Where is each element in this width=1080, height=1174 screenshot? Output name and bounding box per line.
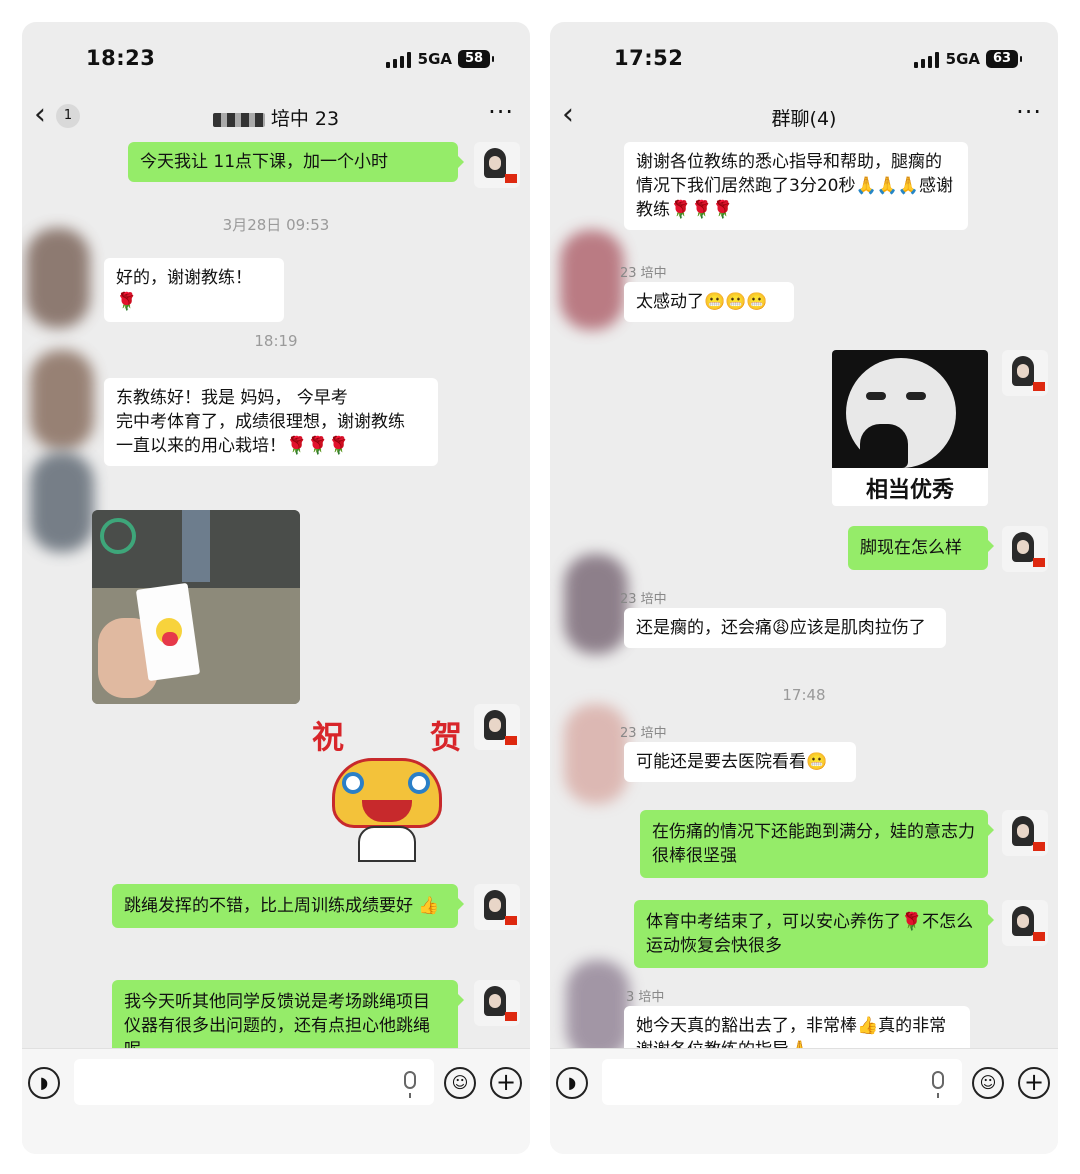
emoji-icon[interactable]: ☺ xyxy=(972,1067,1004,1099)
avatar-blurred[interactable] xyxy=(30,350,94,450)
avatar[interactable] xyxy=(1002,350,1048,396)
message-line: 完中考体育了，成绩很理想，谢谢教练 xyxy=(116,412,405,432)
emoji-icon[interactable]: ☺ xyxy=(444,1067,476,1099)
mic-icon[interactable] xyxy=(932,1071,944,1098)
network-label: 5GA xyxy=(945,50,980,68)
message-bubble-incoming[interactable]: 东教练好！我是 妈妈， 今早考 完中考体育了，成绩很理想，谢谢教练 一直以来的用… xyxy=(104,378,438,466)
avatar[interactable] xyxy=(474,980,520,1026)
plus-icon[interactable]: + xyxy=(490,1067,522,1099)
timestamp: 3月28日 09:53 xyxy=(222,216,330,234)
status-bar: 18:23 5GA 58 xyxy=(22,22,530,94)
avatar[interactable] xyxy=(1002,526,1048,572)
avatar[interactable] xyxy=(1002,810,1048,856)
message-input[interactable] xyxy=(602,1059,962,1105)
more-icon[interactable]: ··· xyxy=(488,98,514,126)
battery-icon: 58 xyxy=(458,50,494,68)
chat-title-text: 培中 23 xyxy=(270,108,340,130)
voice-icon[interactable]: ◗ xyxy=(556,1067,588,1099)
lion-dance-sticker[interactable]: 祝 贺 xyxy=(306,712,466,862)
message-bubble-outgoing[interactable]: 今天我让 11点下课，加一个小时 xyxy=(128,142,464,182)
message-input[interactable] xyxy=(74,1059,434,1105)
message-bubble-outgoing[interactable]: 脚现在怎么样 xyxy=(848,526,994,570)
mic-icon[interactable] xyxy=(404,1071,416,1098)
nav-bar: ‹ 群聊(4) ··· xyxy=(550,94,1058,142)
message-bubble-outgoing[interactable]: 在伤痛的情况下还能跑到满分，娃的意志力很棒很坚强 xyxy=(640,810,994,878)
sticker-text: 祝 xyxy=(312,718,345,756)
status-time: 18:23 xyxy=(86,46,156,70)
message-bubble-incoming[interactable]: 太感动了😬😬😬 xyxy=(624,282,794,322)
chat-screen-right: 17:52 5GA 63 ‹ 群聊(4) ··· 谢谢各位教练的悉心指导和帮助，… xyxy=(550,22,1058,1154)
meme-caption: 相当优秀 xyxy=(865,478,954,503)
timestamp: 18:19 xyxy=(254,332,298,350)
avatar[interactable] xyxy=(1002,900,1048,946)
signal-icon xyxy=(386,52,412,68)
plus-icon[interactable]: + xyxy=(1018,1067,1050,1099)
avatar-blurred[interactable] xyxy=(30,452,94,552)
avatar-blurred[interactable] xyxy=(26,228,90,328)
message-bubble-incoming[interactable]: 还是瘸的，还会痛😩应该是肌肉拉伤了 xyxy=(624,608,946,648)
network-label: 5GA xyxy=(417,50,452,68)
status-time: 17:52 xyxy=(614,46,684,70)
sender-name: 23 培中 xyxy=(620,592,667,607)
battery-icon: 63 xyxy=(986,50,1022,68)
meme-sticker[interactable]: 相当优秀 xyxy=(832,350,988,506)
avatar[interactable] xyxy=(474,142,520,188)
avatar-blurred[interactable] xyxy=(564,704,628,804)
sender-name: 3 培中 xyxy=(626,990,665,1005)
message-bubble-outgoing[interactable]: 我今天听其他同学反馈说是考场跳绳项目仪器有很多出问题的，还有点担心他跳绳呢 xyxy=(112,980,464,1048)
message-bubble-incoming[interactable]: 她今天真的豁出去了，非常棒👍真的非常谢谢各位教练的指导🙏 xyxy=(624,1006,970,1048)
input-bar: ◗ ☺ + xyxy=(22,1048,530,1154)
redacted-mark xyxy=(212,112,265,127)
avatar-blurred[interactable] xyxy=(560,230,624,330)
sticker-text: 贺 xyxy=(429,718,462,756)
avatar[interactable] xyxy=(474,884,520,930)
nav-bar: ‹ 1 培中 23 ··· xyxy=(22,94,530,142)
message-bubble-outgoing[interactable]: 跳绳发挥的不错，比上周训练成绩要好 👍 xyxy=(112,884,464,928)
message-bubble-outgoing[interactable]: 体育中考结束了，可以安心养伤了🌹不怎么运动恢复会快很多 xyxy=(634,900,994,968)
message-bubble-incoming[interactable]: 好的，谢谢教练！🌹 xyxy=(104,258,284,322)
more-icon[interactable]: ··· xyxy=(1016,98,1042,126)
message-list[interactable]: 今天我让 11点下课，加一个小时 3月28日 09:53 好的，谢谢教练！🌹 1… xyxy=(22,142,530,1048)
message-list[interactable]: 谢谢各位教练的悉心指导和帮助，腿瘸的情况下我们居然跑了3分20秒🙏🙏🙏感谢教练🌹… xyxy=(550,142,1058,1048)
message-line: 东教练好！我是 妈妈， 今早考 xyxy=(116,388,348,408)
message-bubble-incoming[interactable]: 谢谢各位教练的悉心指导和帮助，腿瘸的情况下我们居然跑了3分20秒🙏🙏🙏感谢教练🌹… xyxy=(624,142,968,230)
chat-screen-left: 18:23 5GA 58 ‹ 1 培中 23 ··· 今天我让 11点下课，加一… xyxy=(22,22,530,1154)
status-bar: 17:52 5GA 63 xyxy=(550,22,1058,94)
avatar-blurred[interactable] xyxy=(566,960,630,1048)
timestamp: 17:48 xyxy=(782,686,826,704)
message-line: 一直以来的用心栽培！🌹🌹🌹 xyxy=(116,436,350,456)
avatar[interactable] xyxy=(474,704,520,750)
chat-title: 培中 23 xyxy=(22,104,530,131)
signal-icon xyxy=(914,52,940,68)
photo-message[interactable] xyxy=(92,510,300,704)
input-bar: ◗ ☺ + xyxy=(550,1048,1058,1154)
avatar-blurred[interactable] xyxy=(564,554,628,654)
voice-icon[interactable]: ◗ xyxy=(28,1067,60,1099)
sender-name: 23 培中 xyxy=(620,726,667,741)
sender-name: 23 培中 xyxy=(620,266,667,281)
chat-title: 群聊(4) xyxy=(771,108,837,130)
message-bubble-incoming[interactable]: 可能还是要去医院看看😬 xyxy=(624,742,856,782)
